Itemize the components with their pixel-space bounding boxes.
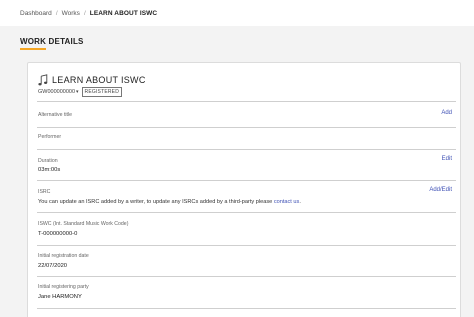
- duration-label: Duration: [38, 158, 58, 164]
- breadcrumb-bar: Dashboard / Works / LEARN ABOUT ISWC: [0, 0, 474, 26]
- work-meta: GW000000000 ▾ REGISTERED: [38, 87, 123, 97]
- iswc-label: ISWC (Int. Standard Music Work Code): [38, 221, 129, 227]
- alternative-title-label: Alternative title: [38, 112, 73, 118]
- breadcrumb-item-dashboard[interactable]: Dashboard: [20, 10, 52, 17]
- divider: [37, 276, 456, 277]
- chevron-down-icon[interactable]: ▾: [76, 89, 79, 95]
- isrc-note-end: .: [299, 199, 301, 205]
- work-code: GW000000000: [38, 89, 75, 95]
- breadcrumb-separator: /: [83, 10, 86, 17]
- isrc-label: ISRC: [38, 189, 51, 195]
- breadcrumb: Dashboard / Works / LEARN ABOUT ISWC: [20, 10, 157, 17]
- divider: [37, 245, 456, 246]
- initial-registration-date-label: Initial registration date: [38, 253, 89, 259]
- iswc-value: T-000000000-0: [38, 231, 78, 237]
- divider: [37, 149, 456, 150]
- isrc-note-text: You can update an ISRC added by a writer…: [38, 199, 273, 205]
- divider: [37, 101, 456, 102]
- isrc-note: You can update an ISRC added by a writer…: [38, 199, 301, 205]
- initial-registering-party-value: Jane HARMONY: [38, 294, 82, 300]
- divider: [37, 180, 456, 181]
- work-title: LEARN ABOUT ISWC: [52, 75, 146, 85]
- divider: [37, 212, 456, 213]
- add-alternative-title-button[interactable]: Add: [441, 110, 452, 116]
- work-details-card: LEARN ABOUT ISWC GW000000000 ▾ REGISTERE…: [27, 62, 461, 317]
- music-note-icon: [38, 74, 48, 86]
- contact-us-link[interactable]: contact us: [274, 199, 300, 205]
- work-header: LEARN ABOUT ISWC: [38, 74, 146, 86]
- title-underline: [20, 48, 46, 50]
- add-edit-isrc-button[interactable]: Add/Edit: [429, 187, 452, 193]
- breadcrumb-item-current: LEARN ABOUT ISWC: [89, 10, 158, 17]
- breadcrumb-item-works[interactable]: Works: [62, 10, 80, 17]
- performer-label: Performer: [38, 134, 62, 140]
- initial-registration-date-value: 22/07/2020: [38, 263, 68, 269]
- edit-duration-button[interactable]: Edit: [442, 156, 452, 162]
- breadcrumb-separator: /: [55, 10, 58, 17]
- page-title: WORK DETAILS: [20, 37, 84, 46]
- status-badge: REGISTERED: [81, 87, 123, 97]
- divider: [37, 127, 456, 128]
- divider: [37, 308, 456, 309]
- duration-value: 03m:00s: [38, 167, 61, 173]
- initial-registering-party-label: Initial registering party: [38, 284, 89, 290]
